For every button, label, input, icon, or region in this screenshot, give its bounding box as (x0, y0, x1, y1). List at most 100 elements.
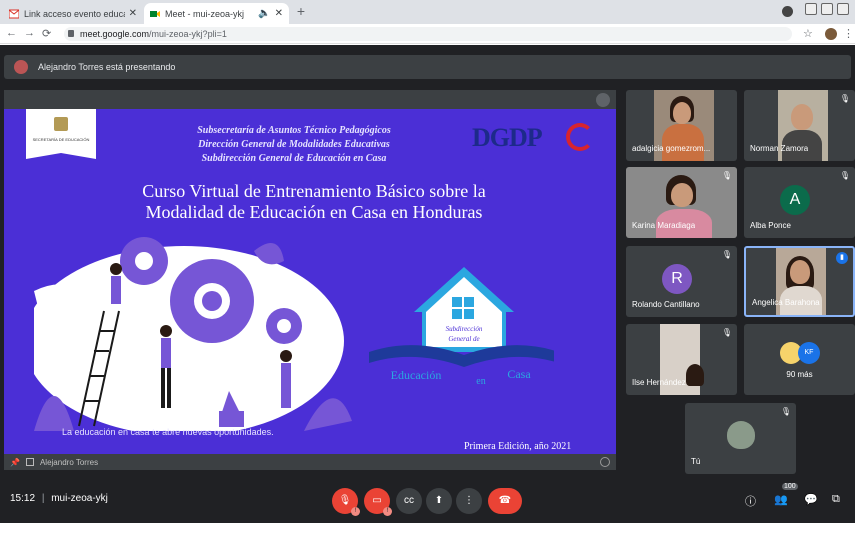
url-path: /mui-zeoa-ykj?pli=1 (149, 29, 227, 39)
more-options-button[interactable]: ⋮ (456, 488, 482, 514)
speaking-indicator-icon: ▮ (836, 252, 848, 264)
expand-icon[interactable] (600, 457, 610, 467)
present-button[interactable]: ⬆ (426, 488, 452, 514)
secretaria-logo: SECRETARÍA DE EDUCACIÓN (26, 109, 96, 159)
present-icon: ⬆ (434, 495, 444, 506)
chat-icon[interactable]: 💬 (804, 493, 818, 506)
mic-off-icon: 🎙 (721, 250, 732, 259)
participant-name: Ilse Hernández (632, 378, 686, 387)
participant-tile[interactable]: 🎙 Karina Maradiaga (626, 167, 737, 238)
maximize-icon[interactable] (821, 3, 833, 15)
camera-off-icon: ▭ (372, 495, 382, 506)
close-icon[interactable]: ✕ (129, 8, 137, 19)
video-face (727, 421, 755, 449)
minimize-icon[interactable] (805, 3, 817, 15)
meeting-code: mui-zeoa-ykj (51, 493, 108, 504)
url-host: meet.google.com (80, 29, 150, 39)
participant-name: Angelica Barahona (752, 298, 820, 307)
educacion-en-casa-logo: Subdirección General de Educación en Cas… (369, 267, 554, 387)
dgdp-logo: DGDP (472, 123, 543, 152)
participant-name: Rolando Cantillano (632, 300, 700, 309)
presenter-avatar (14, 60, 28, 74)
title-line: Curso Virtual de Entrenamiento Básico so… (142, 181, 486, 201)
avatar: KF (798, 342, 820, 364)
participant-tile[interactable]: A 🎙 Alba Ponce (744, 167, 855, 238)
close-icon[interactable]: ✕ (275, 8, 283, 19)
more-avatars: KF (780, 342, 820, 364)
participant-tile[interactable]: R 🎙 Rolando Cantillano (626, 246, 737, 317)
separator: | (41, 493, 45, 504)
participant-name: Tú (691, 457, 701, 466)
people-icon[interactable]: 👥 (774, 493, 788, 506)
slide-subtitle: Subsecretaría de Asuntos Técnico Pedagóg… (144, 124, 444, 166)
end-call-button[interactable]: ☎ (488, 488, 522, 514)
captions-button[interactable]: cc (396, 488, 422, 514)
slide-title: Curso Virtual de Entrenamiento Básico so… (44, 181, 584, 223)
hangup-icon: ☎ (498, 495, 512, 506)
video-face (671, 183, 693, 207)
dgdp-swirl-icon (566, 123, 594, 151)
pin-icon[interactable]: 📌 (10, 458, 20, 467)
camera-toggle-button[interactable]: ▭! (364, 488, 392, 516)
more-count: 90 más (786, 370, 813, 379)
meet-icon (150, 10, 160, 17)
video-face (673, 102, 691, 124)
captions-icon: cc (404, 495, 414, 506)
speaker-icon[interactable]: 🔈 (258, 8, 270, 19)
presenting-text: Alejandro Torres está presentando (38, 62, 176, 72)
mic-off-icon: 🎙 (721, 171, 732, 180)
casa-subtitle: Subdirección (446, 325, 483, 333)
mic-off-icon: 🎙 (721, 328, 732, 337)
meeting-info: 15:12 | mui-zeoa-ykj (10, 493, 108, 504)
video-shirt (662, 124, 704, 161)
mic-off-icon: 🎙 (780, 407, 791, 416)
mic-off-icon (596, 93, 610, 107)
back-icon[interactable]: ← (6, 27, 17, 39)
info-icon[interactable]: ⓘ (745, 493, 756, 509)
gears-illustration (34, 237, 352, 431)
new-tab-button[interactable]: + (293, 4, 309, 20)
more-participants-tile[interactable]: KF 90 más (744, 324, 855, 395)
casa-title: Casa (507, 367, 531, 381)
tab-gmail[interactable]: Link acceso evento educación en ✕ (3, 3, 143, 24)
presentation-stage[interactable]: SECRETARÍA DE EDUCACIÓN Subsecretaría de… (4, 90, 616, 470)
window-controls (805, 3, 849, 15)
casa-title: Educación (391, 368, 442, 382)
presenting-banner: Alejandro Torres está presentando (4, 55, 851, 79)
slide-edition: Primera Edición, año 2021 (464, 441, 572, 452)
participant-tile-active[interactable]: ▮ Angelica Barahona (744, 246, 855, 317)
mic-toggle-button[interactable]: 🎙! (332, 488, 360, 516)
more-icon: ⋮ (464, 495, 474, 506)
presentation-slide: SECRETARÍA DE EDUCACIÓN Subsecretaría de… (4, 109, 616, 454)
forward-icon[interactable]: → (24, 27, 35, 39)
reload-icon[interactable]: ⟳ (42, 27, 51, 40)
video-hair (686, 364, 704, 386)
browser-menu-icon[interactable]: ⋮ (843, 27, 854, 40)
subtitle-line: Subdirección General de Educación en Cas… (201, 153, 387, 164)
crest-icon (54, 117, 68, 131)
slide-tagline: La educación en casa te abre nuevas opor… (62, 427, 274, 437)
control-bar: 15:12 | mui-zeoa-ykj 🎙! ▭! cc ⬆ ⋮ ☎ ⓘ 👥 … (0, 480, 855, 520)
url-field[interactable]: meet.google.com/mui-zeoa-ykj?pli=1 (64, 27, 792, 41)
tab-meet[interactable]: Meet - mui-zeoa-ykj 🔈 ✕ (144, 3, 289, 24)
activities-icon[interactable]: ⧉ (832, 493, 840, 506)
lock-icon[interactable] (68, 30, 74, 37)
browser-tab-bar: Link acceso evento educación en ✕ Meet -… (0, 0, 855, 24)
star-icon[interactable]: ☆ (803, 27, 813, 40)
profile-avatar[interactable] (825, 28, 837, 40)
clock: 15:12 (10, 493, 36, 504)
mic-off-icon: 🎙 (839, 171, 850, 180)
tab-title: Link acceso evento educación en (24, 8, 125, 19)
participant-name: Alba Ponce (750, 221, 791, 230)
warning-icon: ! (383, 507, 392, 516)
participant-tile[interactable]: 🎙 Ilse Hernández (626, 324, 737, 395)
participant-tile[interactable]: 🎙 Norman Zamora (744, 90, 855, 161)
presenter-name: Alejandro Torres (39, 457, 99, 467)
self-tile[interactable]: 🎙 Tú (685, 403, 796, 474)
stage-footer: 📌 Alejandro Torres (4, 454, 616, 470)
participant-tile[interactable]: adalgicia gomezrom... (626, 90, 737, 161)
subtitle-line: Dirección General de Modalidades Educati… (198, 139, 390, 150)
present-screen-icon[interactable] (25, 458, 34, 466)
window-close-icon[interactable] (837, 3, 849, 15)
participant-avatar: R (662, 264, 692, 294)
